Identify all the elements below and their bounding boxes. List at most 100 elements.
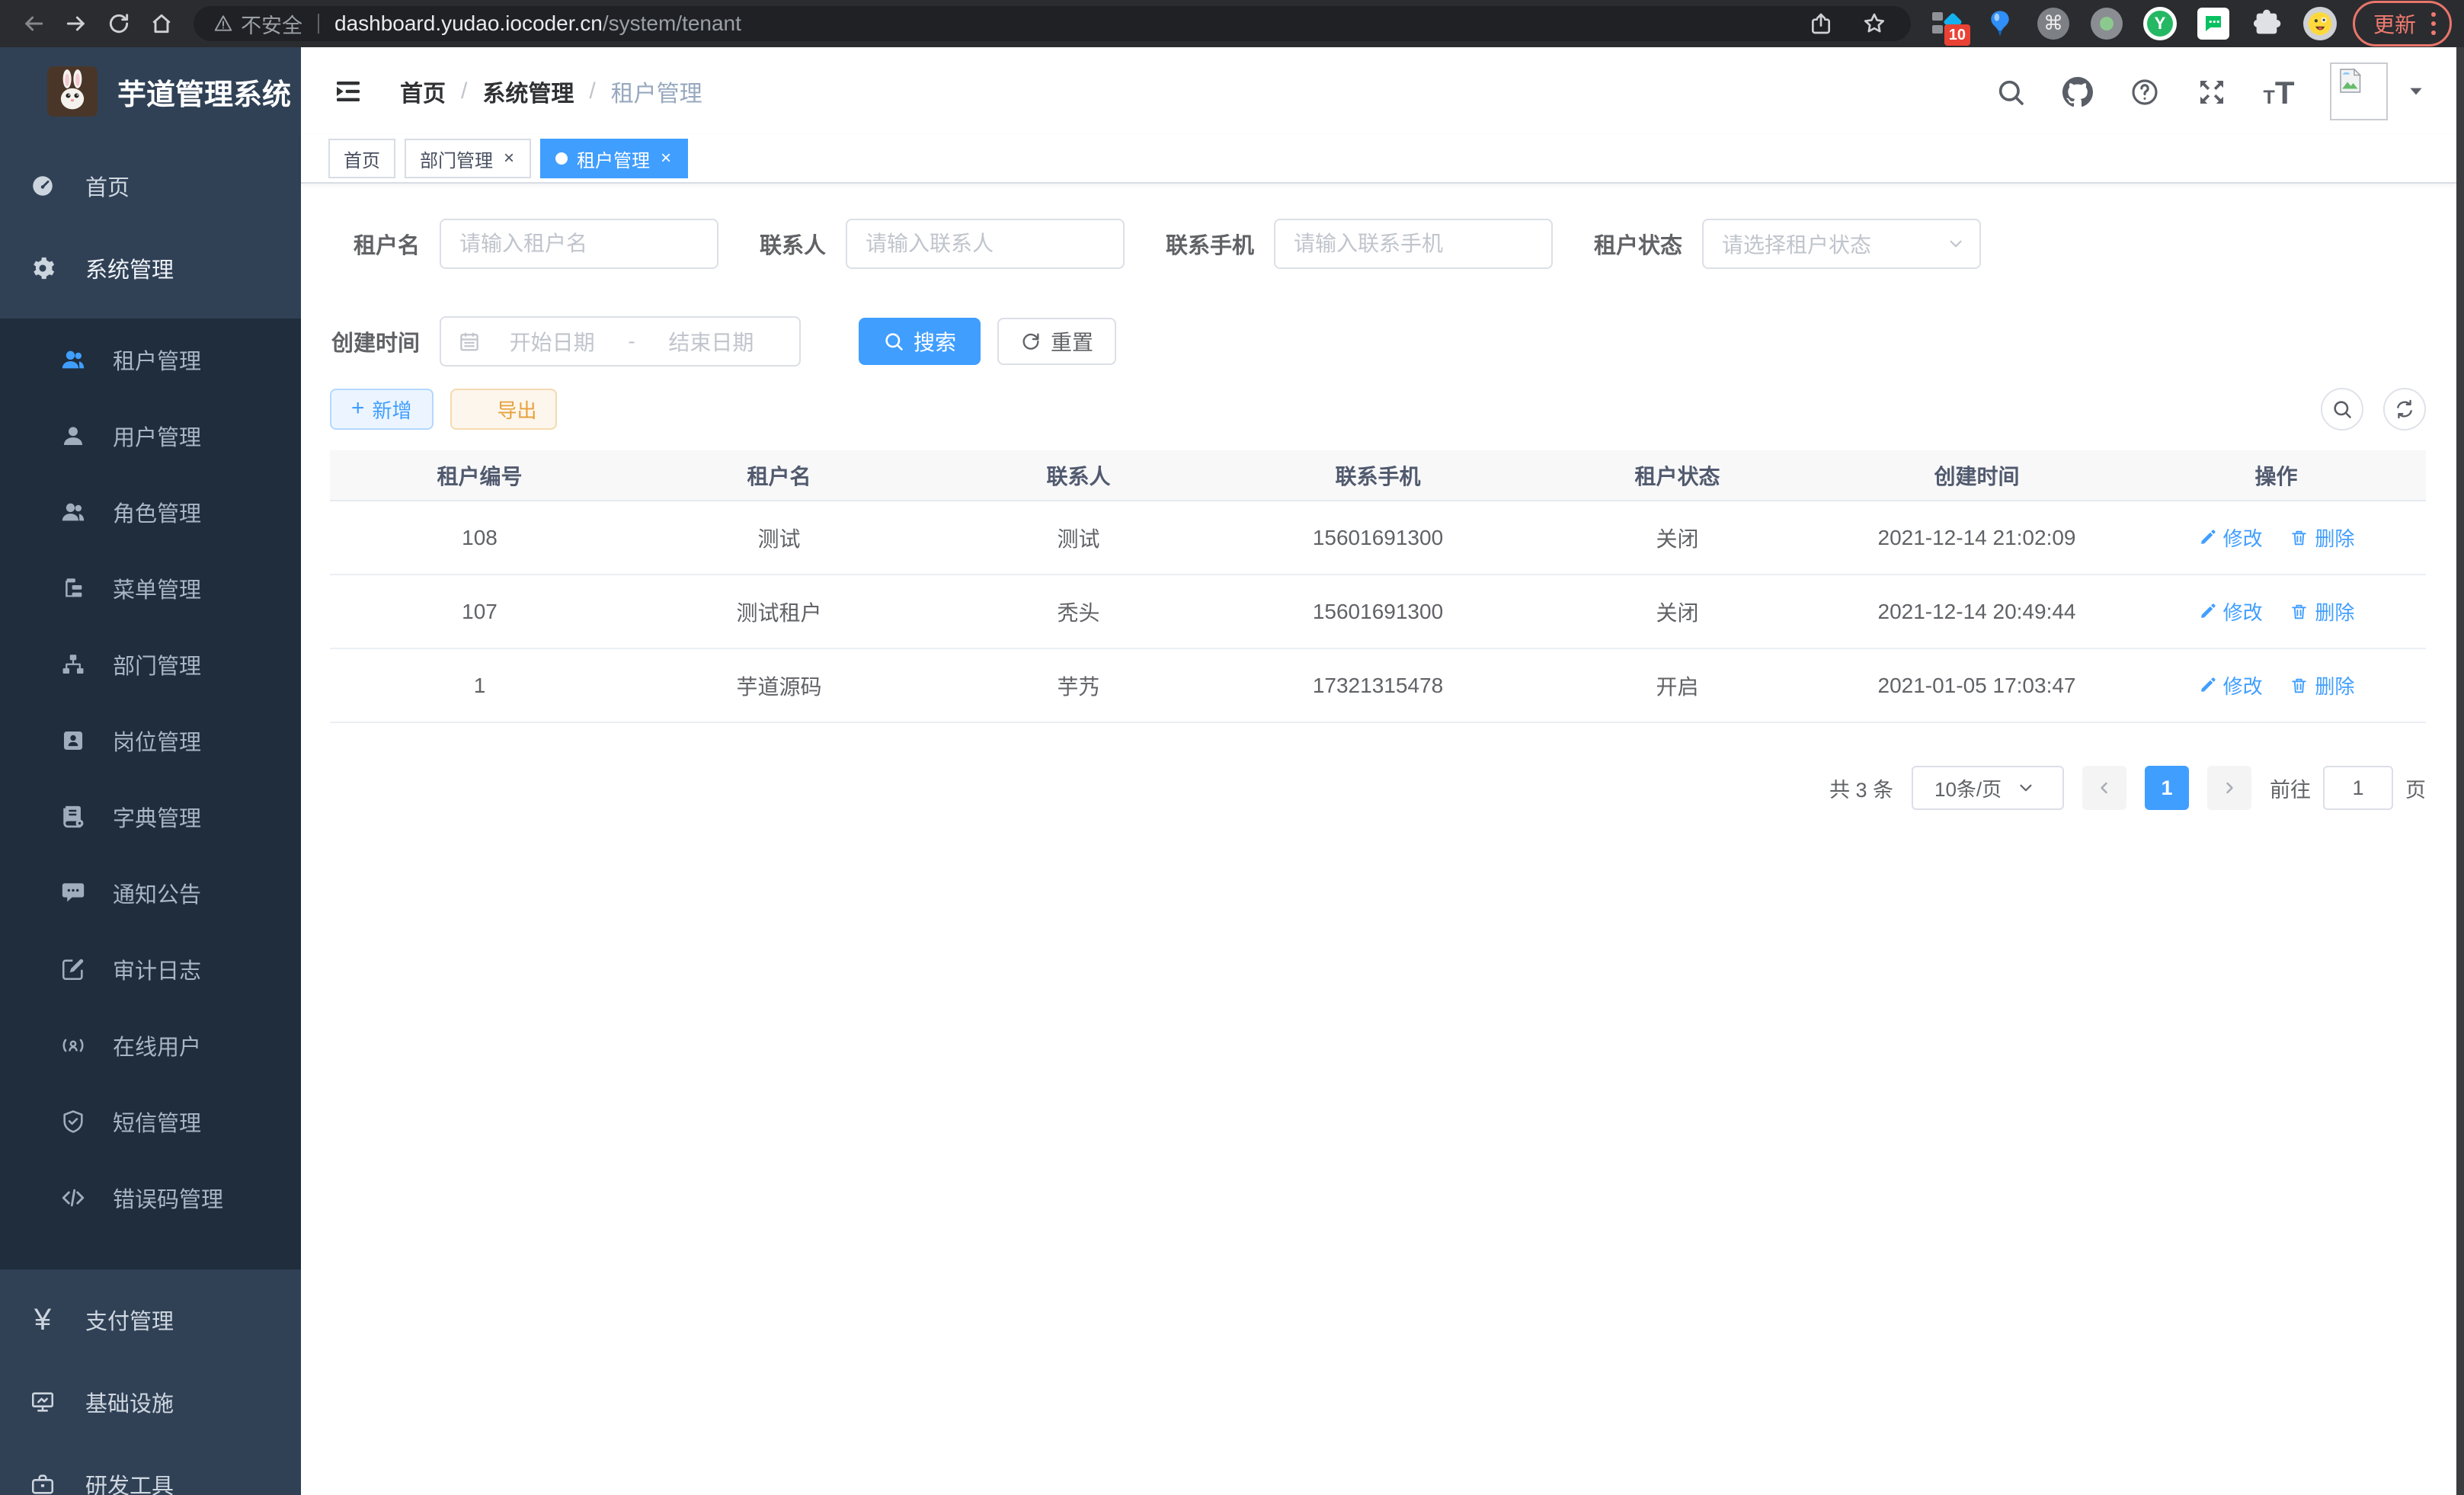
edit-link[interactable]: 修改: [2198, 671, 2263, 699]
extension-button[interactable]: [1982, 6, 2018, 41]
sidebar-subitem[interactable]: 菜单管理: [0, 550, 301, 626]
cell-contact: 测试: [929, 501, 1228, 575]
sidebar-subitem[interactable]: 租户管理: [0, 322, 301, 398]
start-date-placeholder[interactable]: 开始日期: [481, 326, 623, 357]
sidebar-subitem[interactable]: 在线用户: [0, 1007, 301, 1084]
sidebar-item[interactable]: 基础设施: [0, 1361, 301, 1443]
extension-button[interactable]: [2249, 6, 2284, 41]
export-button[interactable]: 导出: [450, 389, 557, 430]
extension-button[interactable]: [2089, 6, 2124, 41]
extension-button[interactable]: Y: [2142, 6, 2178, 41]
chevron-icon: [245, 1308, 267, 1331]
caret-down-icon[interactable]: [2406, 82, 2426, 101]
browser-nav-button[interactable]: [98, 2, 140, 45]
sidebar-item[interactable]: 首页: [0, 145, 301, 227]
breadcrumb-separator: /: [589, 78, 595, 104]
sidebar-item[interactable]: ¥ 支付管理: [0, 1279, 301, 1361]
navbar-action-button[interactable]: [1995, 75, 2027, 107]
search-button[interactable]: 搜索: [859, 318, 981, 365]
delete-link[interactable]: 删除: [2290, 523, 2354, 552]
sidebar-subitem[interactable]: 部门管理: [0, 626, 301, 703]
breadcrumb-item[interactable]: / 系统管理: [446, 75, 574, 108]
column-header: 租户状态: [1528, 450, 1827, 501]
top-navbar: 首页 / 系统管理 / 租户管理: [301, 47, 2456, 135]
close-icon[interactable]: ×: [659, 149, 673, 168]
roles-icon: [58, 497, 88, 527]
github-icon: [2062, 75, 2094, 107]
end-date-placeholder[interactable]: 结束日期: [640, 326, 782, 357]
browser-nav-button[interactable]: [55, 2, 98, 45]
sidebar-subitem[interactable]: 错误码管理: [0, 1160, 301, 1236]
reset-button[interactable]: 重置: [997, 318, 1116, 365]
delete-link[interactable]: 删除: [2290, 597, 2354, 626]
browser-nav-button[interactable]: [12, 2, 55, 45]
extension-button[interactable]: [2302, 6, 2338, 41]
sidebar-item[interactable]: 研发工具: [0, 1443, 301, 1495]
edit-link[interactable]: 修改: [2198, 597, 2263, 626]
column-header: 联系手机: [1228, 450, 1528, 501]
status-select[interactable]: 请选择租户状态: [1702, 219, 1981, 269]
navbar-action-button[interactable]: TT: [2263, 75, 2295, 107]
edit-link[interactable]: 修改: [2198, 523, 2263, 552]
browser-nav-button[interactable]: [140, 2, 183, 45]
url-action-button[interactable]: [1858, 7, 1891, 40]
add-button[interactable]: + 新增: [330, 389, 434, 430]
sidebar-subitem-label: 在线用户: [113, 1029, 201, 1061]
tab[interactable]: 部门管理 ×: [405, 139, 531, 178]
contact-input[interactable]: [846, 219, 1125, 269]
breadcrumb-item[interactable]: / 租户管理: [574, 75, 702, 108]
extension-button[interactable]: [2196, 6, 2231, 41]
navbar-action-button[interactable]: [2129, 75, 2161, 107]
url-action-button[interactable]: [1804, 7, 1838, 40]
security-label[interactable]: 不安全: [241, 9, 302, 39]
sidebar-item-label: 基础设施: [85, 1386, 174, 1418]
sidebar-subitem-label: 错误码管理: [113, 1182, 223, 1214]
refresh-table-button[interactable]: [2383, 388, 2426, 431]
sidebar-subitem[interactable]: 短信管理: [0, 1084, 301, 1160]
sidebar-subitem[interactable]: 审计日志: [0, 931, 301, 1007]
mobile-input[interactable]: [1274, 219, 1553, 269]
delete-link[interactable]: 删除: [2290, 671, 2354, 699]
ext-yuque-icon: Y: [2143, 7, 2177, 40]
tab[interactable]: 租户管理 ×: [540, 139, 688, 178]
navbar-action-button[interactable]: [2062, 75, 2094, 107]
browser-update-menu-button[interactable]: 更新: [2353, 1, 2452, 46]
app-logo[interactable]: 芋道管理系统: [0, 47, 301, 136]
extension-button[interactable]: ⌘: [2036, 6, 2071, 41]
filter-mobile: 联系手机: [1166, 219, 1553, 269]
url-path: /system/tenant: [603, 11, 741, 36]
sidebar-subitem[interactable]: 角色管理: [0, 474, 301, 550]
navbar-action-button[interactable]: [2196, 75, 2228, 107]
sidebar-subitem-label: 通知公告: [113, 877, 201, 909]
page-size-select[interactable]: 10条/页: [1912, 766, 2064, 810]
user-avatar[interactable]: [2330, 62, 2388, 120]
sidebar-subitem[interactable]: 用户管理: [0, 398, 301, 474]
sidebar-item[interactable]: 系统管理: [0, 227, 301, 309]
next-page-button[interactable]: [2207, 766, 2251, 810]
breadcrumb-item[interactable]: 首页: [400, 75, 446, 108]
extension-button[interactable]: 10: [1929, 6, 1964, 41]
cell-tenant-id: 1: [330, 648, 629, 722]
sidebar-item-label: 系统管理: [85, 252, 174, 284]
sidebar-subitem-label: 短信管理: [113, 1106, 201, 1138]
sidebar-subitem-label: 角色管理: [113, 496, 201, 528]
download-icon: [470, 399, 490, 419]
dict-icon: [58, 802, 88, 832]
url-bar[interactable]: 不安全 dashboard.yudao.iocoder.cn /system/t…: [194, 6, 1911, 41]
show-search-button[interactable]: [2321, 388, 2363, 431]
sidebar-subitem[interactable]: 通知公告: [0, 855, 301, 931]
prev-page-button[interactable]: [2082, 766, 2126, 810]
sidebar-subitem[interactable]: 字典管理: [0, 779, 301, 855]
tenant-name-input[interactable]: [440, 219, 718, 269]
goto-page-input[interactable]: [2323, 766, 2393, 810]
notice-icon: [58, 878, 88, 908]
sidebar-toggle-icon[interactable]: [331, 75, 365, 108]
chevron-icon: [245, 1391, 267, 1413]
tab[interactable]: 首页: [328, 139, 395, 178]
menu-tree-icon: [58, 573, 88, 603]
date-range-picker[interactable]: 开始日期 - 结束日期: [440, 316, 801, 367]
url-divider: [318, 14, 319, 34]
close-icon[interactable]: ×: [502, 149, 516, 168]
sidebar-subitem[interactable]: 岗位管理: [0, 703, 301, 779]
page-number[interactable]: 1: [2145, 766, 2189, 810]
